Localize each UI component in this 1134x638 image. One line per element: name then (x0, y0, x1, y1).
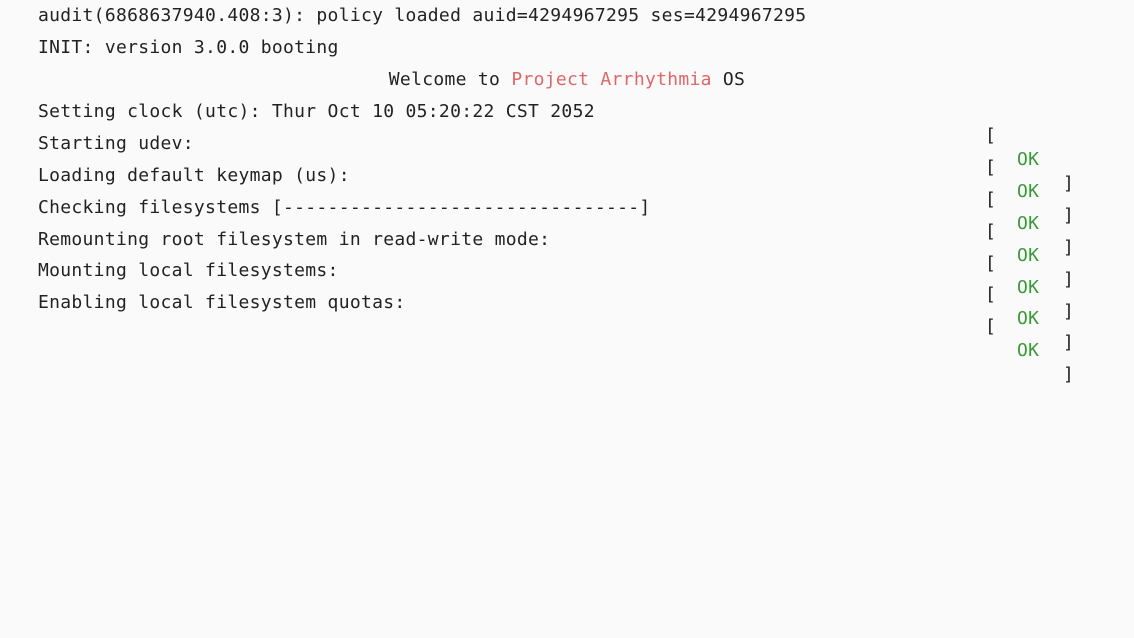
boot-step-status: [ OK ] (985, 100, 1075, 194)
boot-console: audit(6868637940.408:3): policy loaded a… (0, 0, 1134, 638)
boot-step-status: [ OK ] (985, 132, 1075, 226)
welcome-brand: Project Arrhythmia (511, 69, 712, 90)
boot-step-text: Mounting local filesystems: (38, 260, 339, 281)
welcome-suffix: OS (711, 69, 746, 90)
status-open-bracket: [ (985, 316, 997, 337)
boot-step-status: [ OK ] (985, 291, 1075, 385)
boot-step-text: Remounting root filesystem in read-write… (38, 229, 551, 250)
boot-step-text: Checking filesystems [------------------… (38, 197, 651, 218)
welcome-prefix: Welcome to (388, 69, 512, 90)
status-close-bracket: ] (1063, 332, 1075, 353)
init-line: INIT: version 3.0.0 booting (38, 37, 339, 58)
boot-step-text: Setting clock (utc): Thur Oct 10 05:20:2… (38, 101, 595, 122)
boot-step-text: Starting udev: (38, 133, 194, 154)
status-ok: OK (1017, 340, 1040, 361)
welcome-banner: Welcome to Project Arrhythmia OS (0, 68, 1134, 92)
boot-step-text: Enabling local filesystem quotas: (38, 292, 406, 313)
boot-step-status: [ OK ] (985, 228, 1075, 322)
status-close-bracket: ] (1063, 364, 1075, 385)
boot-step-status: [ OK ] (985, 259, 1075, 353)
boot-step-status: [ OK ] (985, 164, 1075, 258)
boot-step-text: Loading default keymap (us): (38, 165, 350, 186)
boot-step-status: [ OK ] (985, 196, 1075, 290)
audit-line: audit(6868637940.408:3): policy loaded a… (38, 5, 807, 26)
